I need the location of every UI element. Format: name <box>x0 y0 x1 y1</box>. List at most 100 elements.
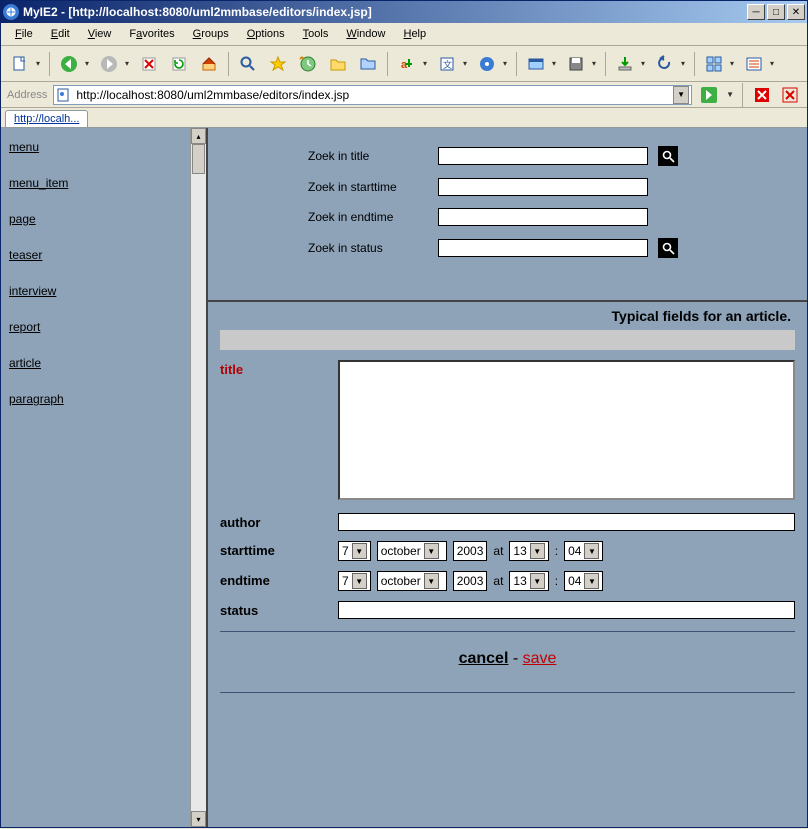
search-title-label: Zoek in title <box>308 149 428 163</box>
address-label: Address <box>7 89 47 101</box>
search-pane: Zoek in title Zoek in starttime Zoek in … <box>208 128 807 300</box>
end-day-select[interactable]: 7▼ <box>338 571 371 591</box>
menu-tools[interactable]: Tools <box>295 25 337 43</box>
at-label-2: at <box>493 574 503 588</box>
addressbar: Address http://localhost:8080/uml2mmbase… <box>1 82 807 108</box>
block-content-button[interactable] <box>779 85 801 105</box>
menu-file[interactable]: File <box>7 25 41 43</box>
cancel-link[interactable]: cancel <box>459 650 509 667</box>
menu-edit[interactable]: Edit <box>43 25 78 43</box>
scroll-down-button[interactable]: ▾ <box>191 811 206 827</box>
options-button[interactable] <box>741 51 777 77</box>
block-popup-button[interactable] <box>751 85 773 105</box>
app-icon <box>3 4 19 20</box>
scroll-up-button[interactable]: ▴ <box>191 128 206 144</box>
author-input[interactable] <box>338 513 795 531</box>
maximize-button[interactable]: □ <box>767 4 785 20</box>
menu-help[interactable]: Help <box>395 25 434 43</box>
tile-button[interactable] <box>701 51 737 77</box>
search-title-input[interactable] <box>438 147 648 165</box>
starttime-label: starttime <box>220 541 330 558</box>
start-min-select[interactable]: 04▼ <box>564 541 603 561</box>
history-button[interactable] <box>295 51 321 77</box>
sidebar-item-teaser[interactable]: teaser <box>9 248 198 262</box>
main-pane: Zoek in title Zoek in starttime Zoek in … <box>206 128 807 827</box>
new-page-button[interactable] <box>7 51 43 77</box>
folders-button[interactable] <box>325 51 351 77</box>
sidebar-item-paragraph[interactable]: paragraph <box>9 392 198 406</box>
menu-options[interactable]: Options <box>239 25 293 43</box>
sidebar-item-article[interactable]: article <box>9 356 198 370</box>
sidebar-scrollbar[interactable]: ▴ ▾ <box>190 128 206 827</box>
translate-button[interactable]: 文 <box>434 51 470 77</box>
menu-view[interactable]: View <box>80 25 120 43</box>
address-input[interactable]: http://localhost:8080/uml2mmbase/editors… <box>53 85 692 105</box>
autofill-button[interactable]: a <box>394 51 430 77</box>
search-title-button[interactable] <box>658 146 678 166</box>
form-band <box>220 330 795 350</box>
at-label: at <box>493 544 503 558</box>
svg-text:文: 文 <box>443 59 452 70</box>
action-sep: - <box>508 650 522 667</box>
sidebar-item-page[interactable]: page <box>9 212 198 226</box>
stop-button[interactable] <box>136 51 162 77</box>
search-status-button[interactable] <box>658 238 678 258</box>
favorites-button[interactable] <box>265 51 291 77</box>
end-min-select[interactable]: 04▼ <box>564 571 603 591</box>
menu-favorites[interactable]: Favorites <box>121 25 182 43</box>
menubar: File Edit View Favorites Groups Options … <box>1 23 807 46</box>
fullscreen-button[interactable] <box>523 51 559 77</box>
back-button[interactable] <box>56 51 92 77</box>
form-pane: Typical fields for an article. title aut… <box>208 300 807 827</box>
sidebar-item-interview[interactable]: interview <box>9 284 198 298</box>
colon2: : <box>555 574 558 588</box>
close-button[interactable]: ✕ <box>787 4 805 20</box>
title-label: title <box>220 360 330 377</box>
menu-window[interactable]: Window <box>338 25 393 43</box>
search-endtime-input[interactable] <box>438 208 648 226</box>
form-header: Typical fields for an article. <box>220 302 795 330</box>
divider-2 <box>220 692 795 693</box>
chevron-down-icon[interactable]: ▼ <box>726 90 734 99</box>
search-status-input[interactable] <box>438 239 648 257</box>
title-textarea[interactable] <box>338 360 795 500</box>
media-button[interactable] <box>474 51 510 77</box>
refresh-button[interactable] <box>166 51 192 77</box>
messages-button[interactable] <box>355 51 381 77</box>
end-month-select[interactable]: october▼ <box>377 571 447 591</box>
save-link[interactable]: save <box>523 650 557 667</box>
titlebar: MyIE2 - [http://localhost:8080/uml2mmbas… <box>1 1 807 23</box>
sidebar-item-menu-item[interactable]: menu_item <box>9 176 198 190</box>
search-starttime-input[interactable] <box>438 178 648 196</box>
save-group-button[interactable] <box>563 51 599 77</box>
sidebar-item-report[interactable]: report <box>9 320 198 334</box>
start-year-select[interactable]: 2003 <box>453 541 488 561</box>
scroll-thumb[interactable] <box>192 144 205 174</box>
minimize-button[interactable]: ─ <box>747 4 765 20</box>
search-status-label: Zoek in status <box>308 241 428 255</box>
endtime-label: endtime <box>220 571 330 588</box>
end-year-select[interactable]: 2003 <box>453 571 488 591</box>
divider <box>220 631 795 632</box>
forward-button[interactable] <box>96 51 132 77</box>
form-actions: cancel - save <box>220 644 795 680</box>
go-button[interactable] <box>698 85 720 105</box>
toolbar: a 文 <box>1 46 807 82</box>
end-hour-select[interactable]: 13▼ <box>509 571 548 591</box>
search-button[interactable] <box>235 51 261 77</box>
colon1: : <box>555 544 558 558</box>
browser-tab[interactable]: http://localh... <box>5 110 88 127</box>
address-dropdown[interactable]: ▼ <box>673 86 689 104</box>
start-hour-select[interactable]: 13▼ <box>509 541 548 561</box>
start-month-select[interactable]: october▼ <box>377 541 447 561</box>
menu-groups[interactable]: Groups <box>185 25 237 43</box>
sidebar: menu menu_item page teaser interview rep… <box>1 128 206 827</box>
status-input[interactable] <box>338 601 795 619</box>
sidebar-item-menu[interactable]: menu <box>9 140 198 154</box>
address-text: http://localhost:8080/uml2mmbase/editors… <box>76 88 669 102</box>
start-day-select[interactable]: 7▼ <box>338 541 371 561</box>
window-title: MyIE2 - [http://localhost:8080/uml2mmbas… <box>23 5 372 19</box>
home-button[interactable] <box>196 51 222 77</box>
download-button[interactable] <box>612 51 648 77</box>
undo-button[interactable] <box>652 51 688 77</box>
